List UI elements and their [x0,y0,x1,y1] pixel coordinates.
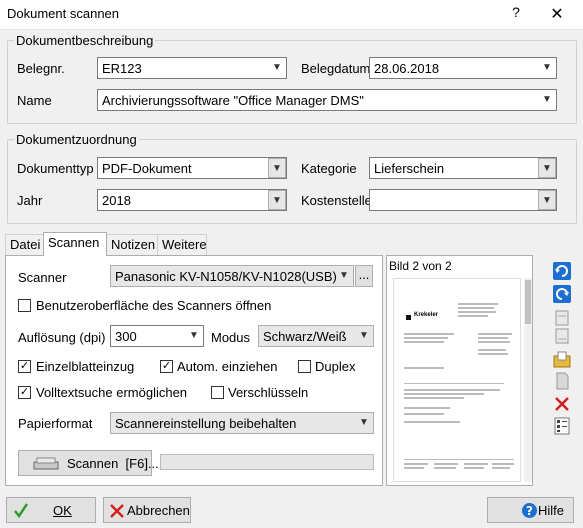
dokumenttyp-combo[interactable]: PDF-Dokument ▼ [97,157,287,179]
chevron-down-icon[interactable]: ▼ [335,266,353,286]
papier-combo[interactable]: Scannereinstellung beibehalten ▼ [110,412,374,434]
ui-checkbox-label: Benutzeroberfläche des Scanners öffnen [36,298,272,313]
preview-page: Krekeler [393,278,521,482]
jahr-combo[interactable]: 2018 ▼ [97,189,287,211]
chevron-down-icon[interactable]: ▼ [355,413,373,433]
kostenstelle-label: Kostenstelle [301,193,372,208]
papier-value: Scannereinstellung beibehalten [115,416,297,431]
verschl-label: Verschlüsseln [228,385,309,400]
help-button[interactable]: ? Hilfe [487,497,574,523]
tab-scannen[interactable]: Scannen [43,232,107,256]
belegnr-label: Belegnr. [17,61,65,76]
scanner-icon [33,457,59,470]
window-title: Dokument scannen [7,6,120,21]
rotate-right-icon[interactable] [552,284,572,304]
volltext-checkbox[interactable]: ✓ [18,386,31,399]
verschl-checkbox[interactable] [211,386,224,399]
cancel-button[interactable]: Abbrechen [103,497,191,523]
close-button[interactable]: ✕ [547,4,567,24]
help-icon: ? [522,503,537,518]
dokumenttyp-label: Dokumenttyp [17,161,94,176]
preview-scrollbar[interactable] [524,278,532,482]
svg-text:?: ? [526,504,533,518]
cross-icon [110,504,124,518]
name-combo[interactable]: Archivierungssoftware "Office Manager DM… [97,89,557,111]
einzelblatt-checkbox[interactable]: ✓ [18,360,31,373]
ok-button[interactable]: OK [6,497,96,523]
kategorie-combo[interactable]: Lieferschein ▼ [369,157,557,179]
chevron-down-icon[interactable]: ▼ [268,190,286,210]
modus-label: Modus [211,330,251,345]
scan-button[interactable]: Scannen [F6]... [18,450,159,476]
help-title-button[interactable]: ? [506,4,526,24]
blank-page-icon[interactable] [552,371,572,391]
scanner-more-button[interactable]: ... [355,265,373,287]
duplex-label: Duplex [315,359,356,374]
belegnr-value: ER123 [102,61,142,76]
cancel-button-label: Abbrechen [127,503,190,518]
aufloesung-value: 300 [115,329,137,344]
einzelblatt-label: Einzelblatteinzug [36,359,135,374]
papier-label: Papierformat [18,416,93,431]
aufloesung-label: Auflösung (dpi) [18,330,106,345]
scan-to-folder-icon[interactable] [552,350,572,370]
scanner-value: Panasonic KV-N1058/KV-N1028(USB) [115,269,337,284]
chevron-down-icon[interactable]: ▼ [268,58,286,78]
tab-notizen[interactable]: Notizen [106,234,158,255]
preview-toolbar [548,255,578,486]
chevron-down-icon[interactable]: ▼ [185,326,203,346]
group-dokumentzuordnung: Dokumentzuordnung [7,132,577,224]
tab-datei[interactable]: Datei [5,234,44,255]
scan-button-label: Scannen [F6]... [67,456,159,471]
dokumenttyp-value: PDF-Dokument [102,161,192,176]
belegdatum-combo[interactable]: 28.06.2018 ▼ [369,57,557,79]
tab-weitere[interactable]: Weitere [157,234,207,255]
checkmark-icon [14,503,29,518]
aufloesung-combo[interactable]: 300 ▼ [110,325,204,347]
document-thumbnail [404,303,514,469]
kategorie-label: Kategorie [301,161,357,176]
preview-scroll-thumb[interactable] [525,280,531,324]
chevron-down-icon[interactable]: ▼ [268,158,286,178]
preview-page-label: Bild 2 von 2 [389,259,452,273]
belegdatum-value: 28.06.2018 [374,61,440,76]
belegdatum-label: Belegdatum [301,61,371,76]
kostenstelle-combo[interactable]: ▼ [369,189,557,211]
scan-progress-bar [160,454,374,470]
delete-icon[interactable] [552,394,572,414]
page-up-icon[interactable] [552,307,572,327]
belegnr-combo[interactable]: ER123 ▼ [97,57,287,79]
group-title-beschreibung: Dokumentbeschreibung [14,33,156,48]
page-list-icon[interactable] [552,416,572,436]
jahr-label: Jahr [17,193,43,208]
autom-checkbox[interactable]: ✓ [160,360,173,373]
volltext-label: Volltextsuche ermöglichen [36,385,188,400]
help-button-label: Hilfe [538,503,565,518]
chevron-down-icon[interactable]: ▼ [538,90,556,110]
kategorie-value: Lieferschein [374,161,445,176]
title-bar: Dokument scannen ? ✕ [0,0,583,30]
modus-value: Schwarz/Weiß [263,329,347,344]
name-label: Name [17,93,52,108]
page-down-icon[interactable] [552,327,572,347]
scanner-label: Scanner [18,270,67,285]
chevron-down-icon[interactable]: ▼ [538,158,556,178]
preview-brand: Krekeler [414,312,439,318]
ok-button-label: OK [53,503,72,518]
group-title-zuordnung: Dokumentzuordnung [14,132,139,147]
chevron-down-icon[interactable]: ▼ [538,58,556,78]
rotate-left-icon[interactable] [552,261,572,281]
modus-combo[interactable]: Schwarz/Weiß ▼ [258,325,374,347]
preview-panel: Bild 2 von 2 Krekeler [386,255,533,486]
duplex-checkbox[interactable] [298,360,311,373]
scanner-combo[interactable]: Panasonic KV-N1058/KV-N1028(USB) ▼ [110,265,354,287]
chevron-down-icon[interactable]: ▼ [538,190,556,210]
chevron-down-icon[interactable]: ▼ [355,326,373,346]
group-dokumentbeschreibung: Dokumentbeschreibung [7,33,577,124]
name-value: Archivierungssoftware "Office Manager DM… [102,93,364,108]
jahr-value: 2018 [102,193,131,208]
autom-label: Autom. einziehen [177,359,278,374]
ui-checkbox[interactable] [18,299,31,312]
